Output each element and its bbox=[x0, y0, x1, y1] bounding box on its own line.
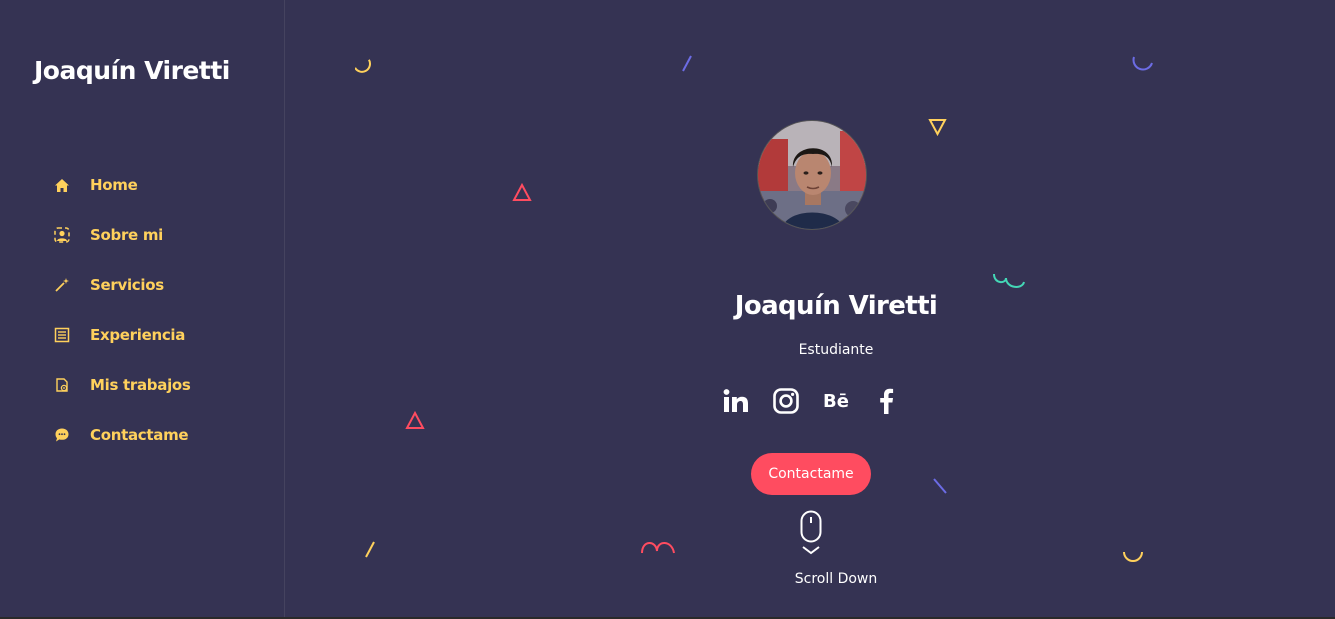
sidebar-item-servicios[interactable]: Servicios bbox=[53, 260, 191, 310]
deco-arc-yellow-icon bbox=[355, 59, 371, 73]
chat-bubble-icon bbox=[53, 426, 71, 444]
sidebar-item-label: Contactame bbox=[90, 426, 189, 444]
sidebar-item-sobre-mi[interactable]: Sobre mi bbox=[53, 210, 191, 260]
sidebar-item-experiencia[interactable]: Experiencia bbox=[53, 310, 191, 360]
facebook-icon bbox=[880, 388, 894, 414]
sidebar-item-mis-trabajos[interactable]: Mis trabajos bbox=[53, 360, 191, 410]
facebook-link[interactable] bbox=[871, 386, 901, 416]
sidebar-item-label: Experiencia bbox=[90, 326, 186, 344]
sidebar-nav: Home Sobre mi Servicios Experiencia Mis … bbox=[53, 160, 191, 460]
list-icon bbox=[53, 326, 71, 344]
scroll-down-label[interactable]: Scroll Down bbox=[285, 571, 1335, 587]
briefcase-icon bbox=[53, 376, 71, 394]
instagram-link[interactable] bbox=[771, 386, 801, 416]
sidebar-item-home[interactable]: Home bbox=[53, 160, 191, 210]
hero-name: Joaquín Viretti bbox=[734, 291, 938, 321]
deco-line-purple-icon bbox=[682, 55, 692, 72]
sidebar-item-label: Mis trabajos bbox=[90, 376, 191, 394]
user-badge-icon bbox=[53, 226, 71, 244]
contact-button[interactable]: Contactame bbox=[751, 453, 871, 495]
social-links: Bē bbox=[721, 386, 901, 416]
avatar bbox=[757, 120, 867, 230]
sidebar-item-label: Sobre mi bbox=[90, 226, 164, 244]
deco-arc-yellow-icon bbox=[1123, 551, 1143, 562]
sidebar-item-label: Home bbox=[90, 176, 138, 194]
behance-link[interactable]: Bē bbox=[821, 386, 851, 416]
deco-triangle-red-icon bbox=[512, 183, 532, 201]
behance-icon: Bē bbox=[823, 390, 849, 412]
magic-wand-icon bbox=[53, 276, 71, 294]
scroll-mouse-icon[interactable] bbox=[800, 510, 822, 558]
deco-wave-red-icon bbox=[641, 542, 675, 554]
deco-line-yellow-icon bbox=[365, 541, 375, 558]
sidebar: Joaquín Viretti Home Sobre mi Servicios … bbox=[0, 0, 285, 617]
home-icon bbox=[53, 176, 71, 194]
linkedin-icon bbox=[723, 389, 748, 412]
sidebar-item-label: Servicios bbox=[90, 276, 164, 294]
deco-line-purple-icon bbox=[933, 478, 947, 494]
deco-triangle-red-icon bbox=[405, 411, 425, 429]
hero-role: Estudiante bbox=[798, 342, 874, 358]
deco-triangle-yellow-icon bbox=[928, 119, 947, 137]
instagram-icon bbox=[773, 388, 799, 414]
brand-logo[interactable]: Joaquín Viretti bbox=[34, 56, 230, 85]
sidebar-item-contactame[interactable]: Contactame bbox=[53, 410, 191, 460]
deco-arc-purple-icon bbox=[1132, 56, 1153, 71]
linkedin-link[interactable] bbox=[721, 386, 751, 416]
hero-section: Joaquín Viretti Estudiante Bē Contactame bbox=[285, 0, 1335, 617]
